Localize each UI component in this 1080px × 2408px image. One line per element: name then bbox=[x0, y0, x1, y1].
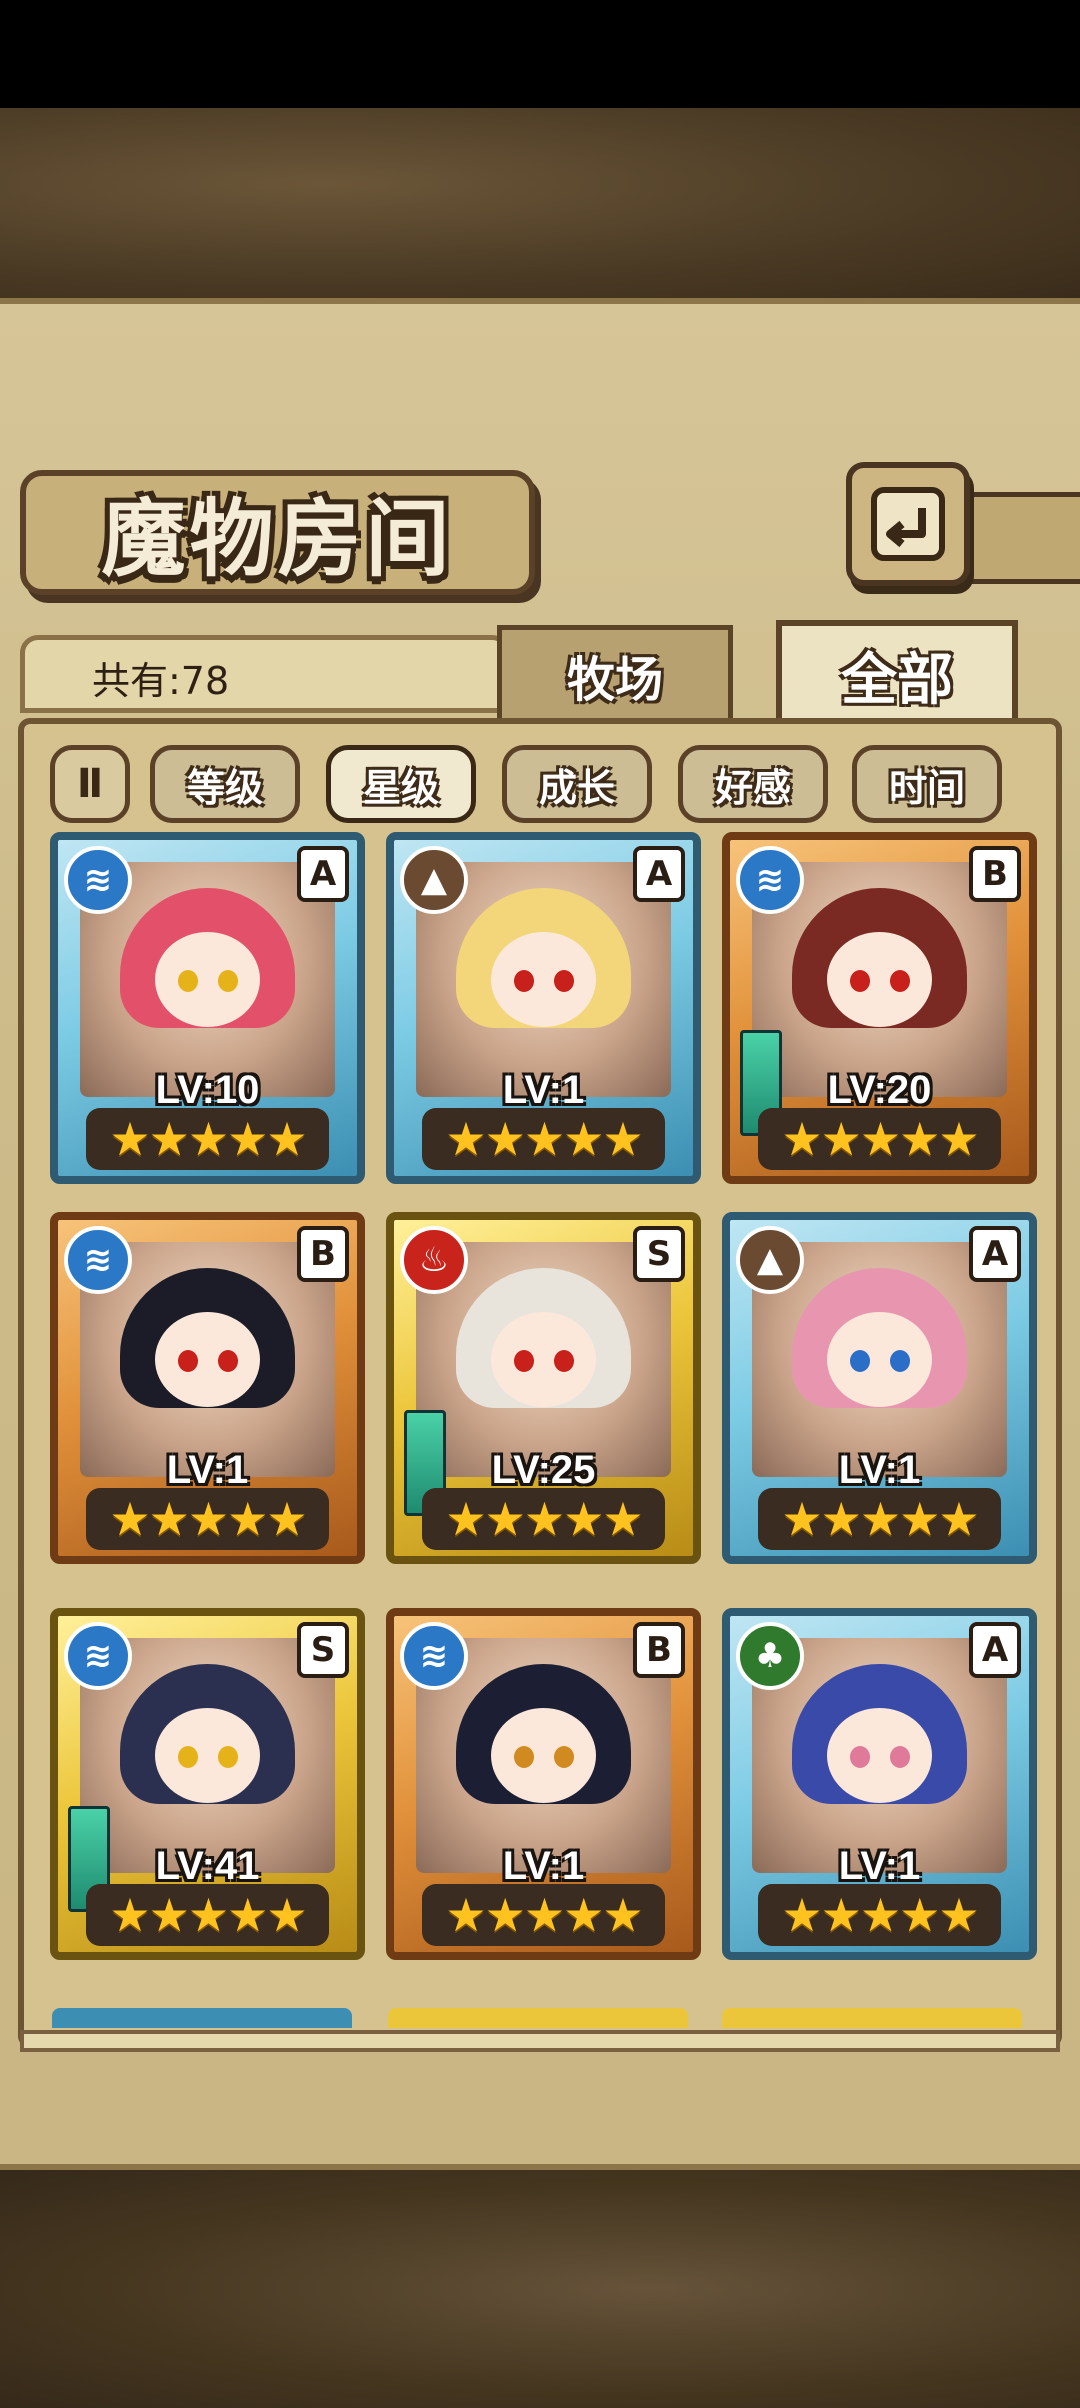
title-plate: 魔物房间 bbox=[20, 470, 535, 595]
filter-star-button[interactable]: 星级 bbox=[326, 745, 476, 823]
monster-level: LV:20 bbox=[827, 1068, 932, 1112]
star-rating: ★★★★★ bbox=[758, 1884, 1001, 1946]
star-rating: ★★★★★ bbox=[422, 1108, 665, 1170]
back-button-rail bbox=[970, 492, 1080, 584]
monster-eye bbox=[514, 1746, 534, 1768]
monster-level: LV:25 bbox=[491, 1448, 596, 1492]
monster-eye bbox=[178, 1746, 198, 1768]
rank-badge: A bbox=[969, 1226, 1021, 1282]
monster-card[interactable]: ▲ A LV:1 ★★★★★ bbox=[386, 832, 701, 1184]
monster-face bbox=[155, 932, 260, 1027]
monster-card[interactable]: ≋ A LV:10 ★★★★★ bbox=[50, 832, 365, 1184]
rank-badge: B bbox=[633, 1622, 685, 1678]
tab-all[interactable]: 全部 bbox=[776, 620, 1018, 730]
monster-face bbox=[827, 1708, 932, 1803]
rank-badge: A bbox=[297, 846, 349, 902]
monster-eye bbox=[554, 970, 574, 992]
monster-level: LV:1 bbox=[502, 1844, 585, 1888]
filter-affection-button[interactable]: 好感 bbox=[678, 745, 828, 823]
monster-eye bbox=[218, 1746, 238, 1768]
back-button[interactable] bbox=[846, 462, 970, 586]
tab-pasture[interactable]: 牧场 bbox=[497, 625, 733, 725]
rank-badge: B bbox=[297, 1226, 349, 1282]
monster-level: LV:1 bbox=[166, 1448, 249, 1492]
map-background-top bbox=[0, 108, 1080, 298]
monster-level: LV:1 bbox=[838, 1448, 921, 1492]
monster-face bbox=[491, 1708, 596, 1803]
monster-card[interactable]: ♨ S LV:25 ★★★★★ bbox=[386, 1212, 701, 1564]
monster-card[interactable]: ♣ A LV:1 ★★★★★ bbox=[722, 1608, 1037, 1960]
monster-count: 共有:78 bbox=[92, 659, 230, 703]
monster-eye bbox=[514, 1350, 534, 1372]
sort-order-toggle[interactable]: Ⅱ bbox=[50, 745, 130, 823]
monster-card[interactable]: ≋ B LV:20 ★★★★★ bbox=[722, 832, 1037, 1184]
next-row-card-peek bbox=[722, 2008, 1022, 2028]
monster-eye bbox=[218, 1350, 238, 1372]
element-wood-icon: ♣ bbox=[736, 1622, 804, 1690]
monster-eye bbox=[850, 1350, 870, 1372]
rank-badge: S bbox=[633, 1226, 685, 1282]
element-water-icon: ≋ bbox=[64, 846, 132, 914]
list-bottom-bar bbox=[20, 2030, 1060, 2052]
element-fire-icon: ♨ bbox=[400, 1226, 468, 1294]
monster-level: LV:1 bbox=[502, 1068, 585, 1112]
monster-card[interactable]: ≋ B LV:1 ★★★★★ bbox=[386, 1608, 701, 1960]
monster-eye bbox=[178, 1350, 198, 1372]
monster-eye bbox=[890, 1350, 910, 1372]
monster-eye bbox=[890, 970, 910, 992]
monster-card[interactable]: ≋ S LV:41 ★★★★★ bbox=[50, 1608, 365, 1960]
star-rating: ★★★★★ bbox=[758, 1488, 1001, 1550]
monster-eye bbox=[514, 970, 534, 992]
filter-time-button[interactable]: 时间 bbox=[852, 745, 1002, 823]
monster-eye bbox=[218, 970, 238, 992]
monster-eye bbox=[890, 1746, 910, 1768]
monster-face bbox=[155, 1312, 260, 1407]
monster-level: LV:41 bbox=[155, 1844, 260, 1888]
star-rating: ★★★★★ bbox=[758, 1108, 1001, 1170]
monster-face bbox=[491, 932, 596, 1027]
page-title: 魔物房间 bbox=[101, 489, 454, 588]
map-background-bottom bbox=[0, 2170, 1080, 2408]
star-rating: ★★★★★ bbox=[86, 1884, 329, 1946]
monster-level: LV:1 bbox=[838, 1844, 921, 1888]
element-water-icon: ≋ bbox=[64, 1226, 132, 1294]
monster-face bbox=[491, 1312, 596, 1407]
rank-badge: S bbox=[297, 1622, 349, 1678]
monster-eye bbox=[554, 1350, 574, 1372]
element-earth-icon: ▲ bbox=[400, 846, 468, 914]
rank-badge: B bbox=[969, 846, 1021, 902]
rank-badge: A bbox=[969, 1622, 1021, 1678]
monster-face bbox=[827, 932, 932, 1027]
monster-eye bbox=[554, 1746, 574, 1768]
monster-eye bbox=[850, 1746, 870, 1768]
monster-eye bbox=[850, 970, 870, 992]
monster-level: LV:10 bbox=[155, 1068, 260, 1112]
next-row-card-peek bbox=[52, 2008, 352, 2028]
monster-card[interactable]: ≋ B LV:1 ★★★★★ bbox=[50, 1212, 365, 1564]
return-arrow-icon bbox=[871, 487, 945, 561]
rank-badge: A bbox=[633, 846, 685, 902]
star-rating: ★★★★★ bbox=[422, 1488, 665, 1550]
filter-growth-button[interactable]: 成长 bbox=[502, 745, 652, 823]
filter-level-button[interactable]: 等级 bbox=[150, 745, 300, 823]
status-bar bbox=[0, 0, 1080, 108]
star-rating: ★★★★★ bbox=[86, 1488, 329, 1550]
next-row-card-peek bbox=[388, 2008, 688, 2028]
star-rating: ★★★★★ bbox=[86, 1108, 329, 1170]
star-rating: ★★★★★ bbox=[422, 1884, 665, 1946]
monster-card[interactable]: ▲ A LV:1 ★★★★★ bbox=[722, 1212, 1037, 1564]
element-earth-icon: ▲ bbox=[736, 1226, 804, 1294]
element-water-icon: ≋ bbox=[736, 846, 804, 914]
monster-face bbox=[827, 1312, 932, 1407]
monster-eye bbox=[178, 970, 198, 992]
element-water-icon: ≋ bbox=[400, 1622, 468, 1690]
monster-face bbox=[155, 1708, 260, 1803]
element-water-icon: ≋ bbox=[64, 1622, 132, 1690]
